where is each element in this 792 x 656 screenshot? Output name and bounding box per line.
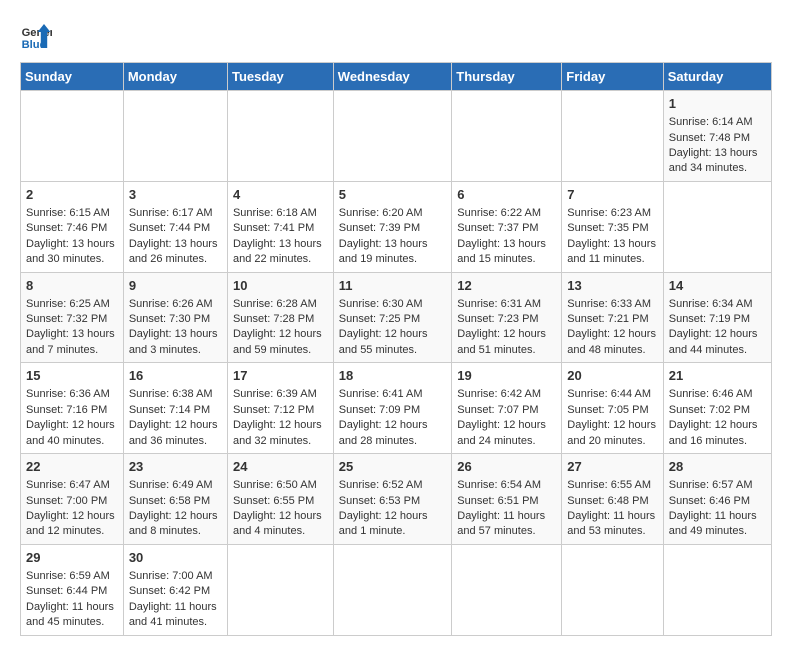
col-header-tuesday: Tuesday [227, 63, 333, 91]
col-header-wednesday: Wednesday [333, 63, 451, 91]
col-header-saturday: Saturday [663, 63, 771, 91]
day-number: 15 [26, 367, 118, 385]
day-cell-22: 22Sunrise: 6:47 AMSunset: 7:00 PMDayligh… [21, 454, 124, 545]
day-cell-30: 30Sunrise: 7:00 AMSunset: 6:42 PMDayligh… [123, 544, 227, 635]
day-cell-28: 28Sunrise: 6:57 AMSunset: 6:46 PMDayligh… [663, 454, 771, 545]
day-cell-7: 7Sunrise: 6:23 AMSunset: 7:35 PMDaylight… [562, 181, 663, 272]
day-cell-2: 2Sunrise: 6:15 AMSunset: 7:46 PMDaylight… [21, 181, 124, 272]
day-cell-21: 21Sunrise: 6:46 AMSunset: 7:02 PMDayligh… [663, 363, 771, 454]
day-cell-11: 11Sunrise: 6:30 AMSunset: 7:25 PMDayligh… [333, 272, 451, 363]
day-number: 21 [669, 367, 766, 385]
empty-cell [663, 181, 771, 272]
day-number: 1 [669, 95, 766, 113]
day-cell-18: 18Sunrise: 6:41 AMSunset: 7:09 PMDayligh… [333, 363, 451, 454]
empty-cell [333, 544, 451, 635]
empty-cell [562, 544, 663, 635]
day-number: 26 [457, 458, 556, 476]
day-number: 5 [339, 186, 446, 204]
day-number: 13 [567, 277, 657, 295]
day-number: 25 [339, 458, 446, 476]
logo: General Blue [20, 20, 52, 52]
calendar-table: SundayMondayTuesdayWednesdayThursdayFrid… [20, 62, 772, 636]
week-row-4: 15Sunrise: 6:36 AMSunset: 7:16 PMDayligh… [21, 363, 772, 454]
day-number: 20 [567, 367, 657, 385]
day-number: 4 [233, 186, 328, 204]
day-number: 16 [129, 367, 222, 385]
logo-icon: General Blue [20, 20, 52, 52]
week-row-5: 22Sunrise: 6:47 AMSunset: 7:00 PMDayligh… [21, 454, 772, 545]
day-cell-27: 27Sunrise: 6:55 AMSunset: 6:48 PMDayligh… [562, 454, 663, 545]
day-cell-29: 29Sunrise: 6:59 AMSunset: 6:44 PMDayligh… [21, 544, 124, 635]
col-header-monday: Monday [123, 63, 227, 91]
week-row-6: 29Sunrise: 6:59 AMSunset: 6:44 PMDayligh… [21, 544, 772, 635]
day-cell-19: 19Sunrise: 6:42 AMSunset: 7:07 PMDayligh… [452, 363, 562, 454]
day-number: 28 [669, 458, 766, 476]
day-cell-20: 20Sunrise: 6:44 AMSunset: 7:05 PMDayligh… [562, 363, 663, 454]
day-number: 7 [567, 186, 657, 204]
empty-cell [562, 91, 663, 182]
day-cell-13: 13Sunrise: 6:33 AMSunset: 7:21 PMDayligh… [562, 272, 663, 363]
col-header-sunday: Sunday [21, 63, 124, 91]
header: General Blue [20, 20, 772, 52]
day-cell-16: 16Sunrise: 6:38 AMSunset: 7:14 PMDayligh… [123, 363, 227, 454]
empty-cell [452, 544, 562, 635]
day-number: 10 [233, 277, 328, 295]
day-number: 29 [26, 549, 118, 567]
day-number: 14 [669, 277, 766, 295]
day-number: 24 [233, 458, 328, 476]
day-cell-5: 5Sunrise: 6:20 AMSunset: 7:39 PMDaylight… [333, 181, 451, 272]
day-number: 2 [26, 186, 118, 204]
day-cell-8: 8Sunrise: 6:25 AMSunset: 7:32 PMDaylight… [21, 272, 124, 363]
empty-cell [452, 91, 562, 182]
empty-cell [663, 544, 771, 635]
day-cell-15: 15Sunrise: 6:36 AMSunset: 7:16 PMDayligh… [21, 363, 124, 454]
day-number: 23 [129, 458, 222, 476]
header-row: SundayMondayTuesdayWednesdayThursdayFrid… [21, 63, 772, 91]
col-header-thursday: Thursday [452, 63, 562, 91]
day-cell-14: 14Sunrise: 6:34 AMSunset: 7:19 PMDayligh… [663, 272, 771, 363]
col-header-friday: Friday [562, 63, 663, 91]
day-number: 22 [26, 458, 118, 476]
week-row-3: 8Sunrise: 6:25 AMSunset: 7:32 PMDaylight… [21, 272, 772, 363]
day-cell-25: 25Sunrise: 6:52 AMSunset: 6:53 PMDayligh… [333, 454, 451, 545]
day-number: 12 [457, 277, 556, 295]
week-row-1: 1Sunrise: 6:14 AMSunset: 7:48 PMDaylight… [21, 91, 772, 182]
empty-cell [227, 544, 333, 635]
day-number: 11 [339, 277, 446, 295]
day-cell-12: 12Sunrise: 6:31 AMSunset: 7:23 PMDayligh… [452, 272, 562, 363]
day-number: 3 [129, 186, 222, 204]
day-number: 9 [129, 277, 222, 295]
day-number: 30 [129, 549, 222, 567]
day-number: 27 [567, 458, 657, 476]
day-number: 19 [457, 367, 556, 385]
day-cell-6: 6Sunrise: 6:22 AMSunset: 7:37 PMDaylight… [452, 181, 562, 272]
day-cell-1: 1Sunrise: 6:14 AMSunset: 7:48 PMDaylight… [663, 91, 771, 182]
day-cell-4: 4Sunrise: 6:18 AMSunset: 7:41 PMDaylight… [227, 181, 333, 272]
day-cell-17: 17Sunrise: 6:39 AMSunset: 7:12 PMDayligh… [227, 363, 333, 454]
day-cell-3: 3Sunrise: 6:17 AMSunset: 7:44 PMDaylight… [123, 181, 227, 272]
day-cell-23: 23Sunrise: 6:49 AMSunset: 6:58 PMDayligh… [123, 454, 227, 545]
empty-cell [123, 91, 227, 182]
week-row-2: 2Sunrise: 6:15 AMSunset: 7:46 PMDaylight… [21, 181, 772, 272]
day-number: 8 [26, 277, 118, 295]
empty-cell [333, 91, 451, 182]
empty-cell [21, 91, 124, 182]
day-cell-24: 24Sunrise: 6:50 AMSunset: 6:55 PMDayligh… [227, 454, 333, 545]
day-number: 17 [233, 367, 328, 385]
day-number: 6 [457, 186, 556, 204]
day-cell-9: 9Sunrise: 6:26 AMSunset: 7:30 PMDaylight… [123, 272, 227, 363]
day-cell-26: 26Sunrise: 6:54 AMSunset: 6:51 PMDayligh… [452, 454, 562, 545]
day-number: 18 [339, 367, 446, 385]
day-cell-10: 10Sunrise: 6:28 AMSunset: 7:28 PMDayligh… [227, 272, 333, 363]
empty-cell [227, 91, 333, 182]
